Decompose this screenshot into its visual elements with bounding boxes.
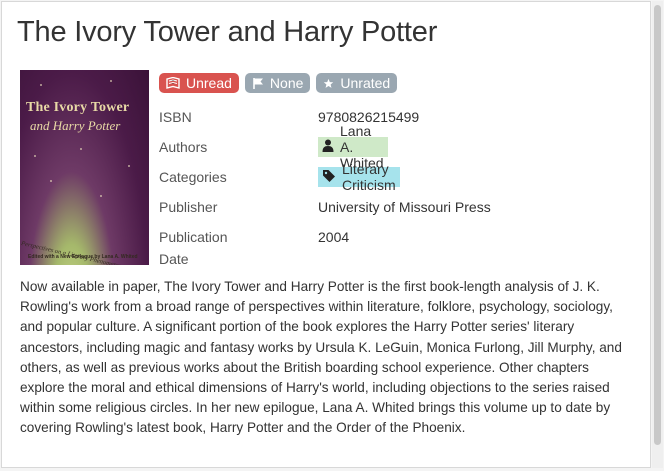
book-badges: Unread None Unrated [159,73,398,93]
person-icon [322,139,334,155]
author-chip[interactable]: Lana A. Whited [318,123,388,171]
cover-title-line2: and Harry Potter [30,118,121,133]
cover-subtitle: Perspectives on a Literary Phenomenon [20,240,124,265]
rating-label: Unrated [340,75,391,91]
vertical-scrollbar[interactable] [652,1,663,468]
publication-date-label: Publication Date [159,229,228,267]
categories-label: Categories [159,169,227,185]
book-cover-image: The Ivory Tower and Harry Potter Perspec… [20,70,149,265]
authors-label: Authors [159,139,208,155]
scrollbar-thumb[interactable] [654,5,661,445]
tag-icon [322,169,336,186]
rating-badge[interactable]: Unrated [316,73,398,93]
flag-badge[interactable]: None [244,73,311,93]
flag-icon [252,77,264,90]
book-detail-card: The Ivory Tower and Harry Potter The Ivo… [1,1,651,468]
book-icon [166,77,180,89]
publication-date-value: 2004 [318,229,350,245]
cover-edition-note: Edited with a New Epilogue by Lana A. Wh… [28,254,138,260]
category-chip[interactable]: Literary Criticism [318,161,400,193]
cover-title-line1: The Ivory Tower [26,100,130,115]
publisher-value: University of Missouri Press [318,199,491,215]
category-name: Literary Criticism [342,161,396,193]
read-status-badge[interactable]: Unread [159,73,239,93]
read-status-label: Unread [186,75,232,91]
book-description: Now available in paper, The Ivory Tower … [20,279,622,436]
isbn-label: ISBN [159,109,192,125]
flag-label: None [269,75,304,91]
book-title: The Ivory Tower and Harry Potter [17,16,438,48]
star-icon [323,78,334,89]
publisher-label: Publisher [159,199,218,215]
